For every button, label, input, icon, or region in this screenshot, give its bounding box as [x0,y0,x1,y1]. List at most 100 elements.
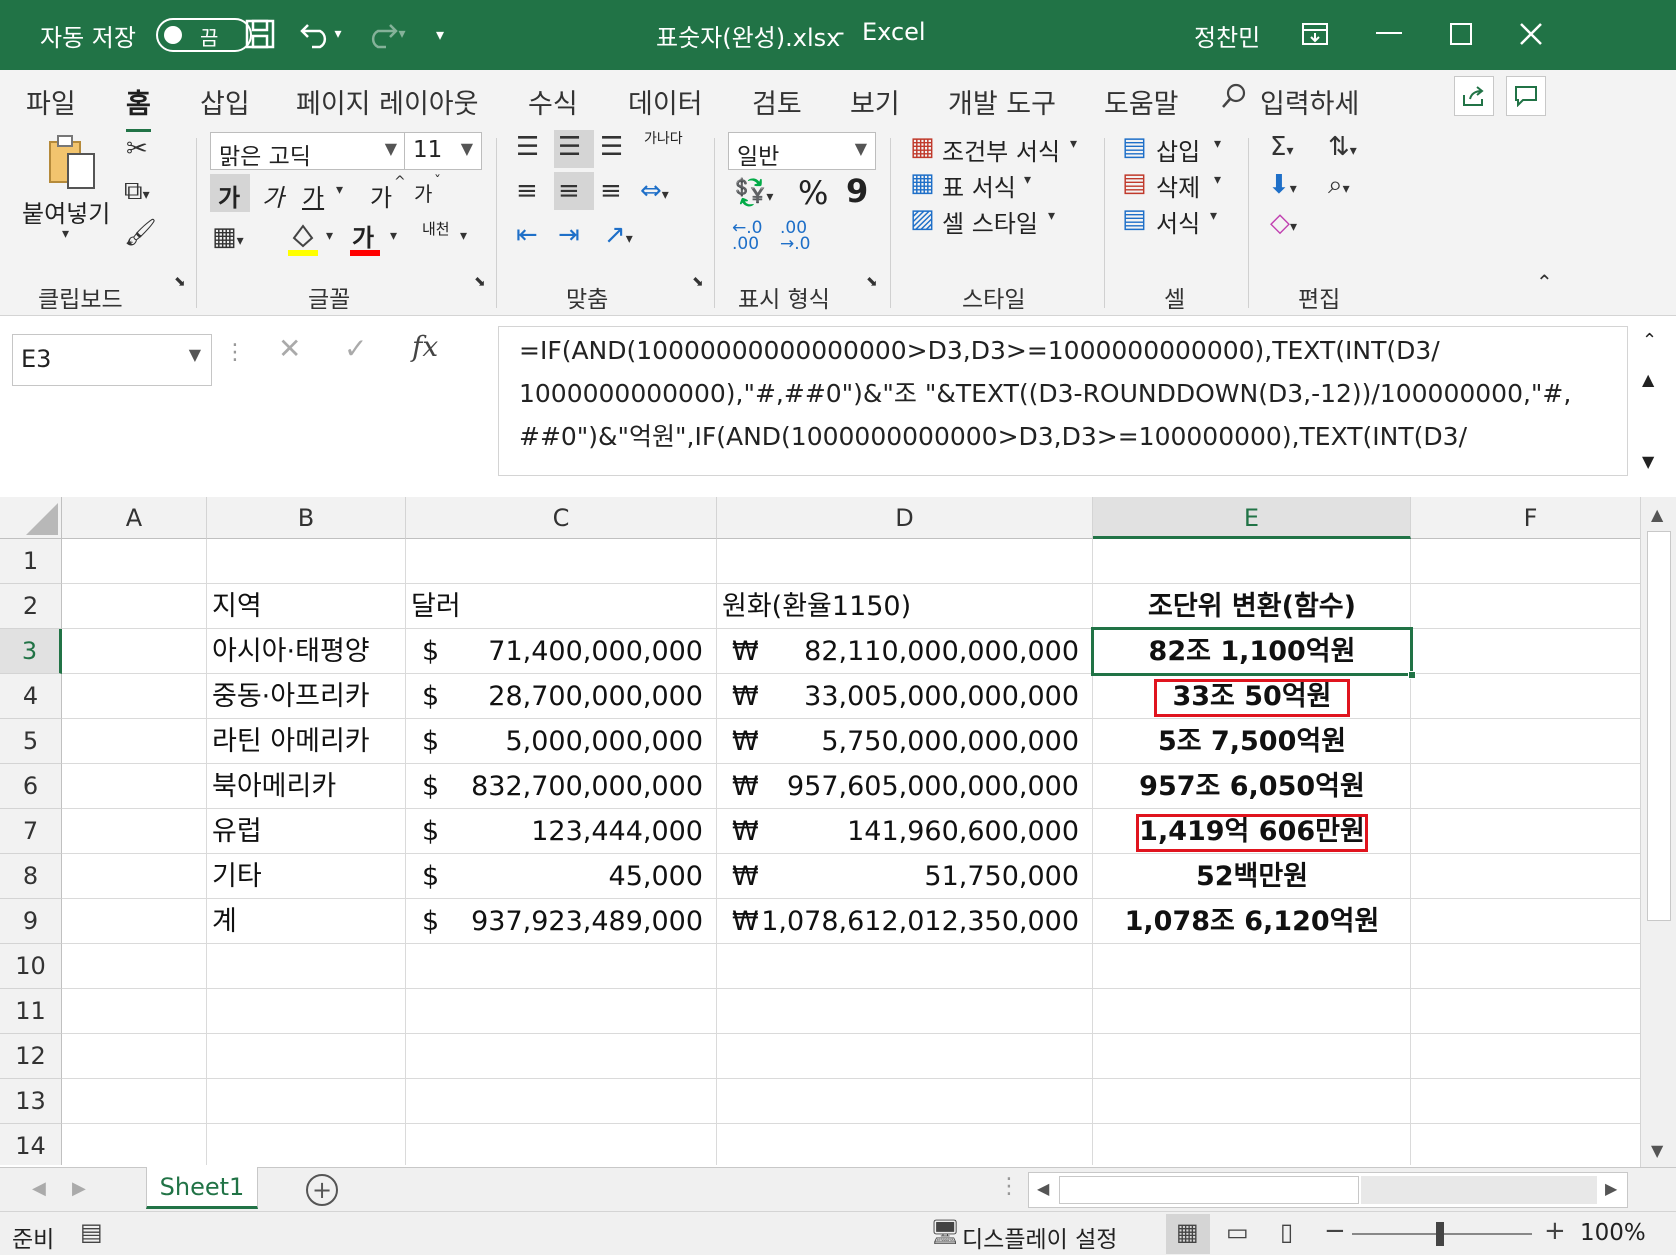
cell-d2[interactable]: 원화(환율1150) [722,584,911,629]
row-header-3[interactable]: 3 [0,629,62,674]
row-header-9[interactable]: 9 [0,899,62,944]
enter-icon[interactable]: ✓ [344,332,367,365]
cell-e6[interactable]: 957조 6,050억원 [1093,764,1411,809]
format-as-table-icon[interactable]: ▦ [910,168,935,198]
insert-cells-icon[interactable]: ▤ [1122,132,1147,162]
cell-d3[interactable]: 82,110,000,000,000 [717,629,1079,674]
row-header-1[interactable]: 1 [0,539,62,584]
zoom-out-icon[interactable]: − [1324,1216,1346,1246]
tab-home[interactable]: 홈 [126,82,151,133]
cell-d6[interactable]: 957,605,000,000,000 [717,764,1079,809]
tab-split-grip-icon[interactable]: ⋮ [998,1174,1020,1199]
font-launcher-icon[interactable]: ⬊ [474,274,486,290]
tab-file[interactable]: 파일 [26,82,76,121]
delete-cells-button[interactable]: 삭제 [1156,168,1200,203]
share-icon[interactable] [1454,76,1494,116]
copy-icon[interactable]: ⧉▾ [124,176,150,207]
zoom-in-icon[interactable]: + [1544,1216,1566,1246]
cell-c9[interactable]: 937,923,489,000 [406,899,703,944]
cell-d9[interactable]: 1,078,612,012,350,000 [717,899,1079,944]
font-color-dropdown-icon[interactable]: ▾ [390,228,397,244]
close-icon[interactable] [1514,16,1548,52]
align-top-icon[interactable]: ☰ [516,132,539,162]
cell-e2[interactable]: 조단위 변환(함수) [1093,584,1411,629]
undo-icon[interactable]: ▾ [296,16,346,52]
cell-b3[interactable]: 아시아·태평양 [212,629,370,674]
cell-b8[interactable]: 기타 [212,854,262,899]
tab-developer[interactable]: 개발 도구 [948,82,1056,121]
delete-cells-icon[interactable]: ▤ [1122,168,1147,198]
formula-scroll-up-icon[interactable]: ▲ [1642,370,1654,389]
page-break-view-icon[interactable]: ▯ [1280,1218,1293,1246]
scroll-up-icon[interactable]: ▲ [1651,505,1663,524]
column-header-a[interactable]: A [62,497,207,539]
row-header-14[interactable]: 14 [0,1124,62,1165]
cell-styles-dropdown-icon[interactable]: ▾ [1048,208,1055,224]
insert-cells-button[interactable]: 삽입 [1156,132,1200,167]
tab-page-layout[interactable]: 페이지 레이아웃 [296,82,478,121]
cell-styles-icon[interactable]: ▨ [910,204,935,234]
tab-help[interactable]: 도움말 [1104,82,1179,121]
format-cells-button[interactable]: 서식 [1156,204,1200,239]
comments-icon[interactable] [1506,76,1546,116]
cell-b5[interactable]: 라틴 아메리카 [212,719,370,764]
increase-decimal-icon[interactable]: ←.0.00 [732,220,762,253]
search-box[interactable]: 입력하세 [1260,82,1359,121]
scroll-down-icon[interactable]: ▼ [1651,1141,1663,1160]
row-header-7[interactable]: 7 [0,809,62,854]
clipboard-launcher-icon[interactable]: ⬊ [174,274,186,290]
display-settings-icon[interactable]: 🖥 [930,1218,960,1246]
name-box-dropdown-icon[interactable]: ▼ [189,345,201,364]
scroll-right-icon[interactable]: ▶ [1605,1179,1617,1198]
conditional-formatting-icon[interactable]: ▦ [910,132,935,162]
sheet-next-icon[interactable]: ▶ [72,1178,86,1199]
tab-data[interactable]: 데이터 [628,82,703,121]
cell-b6[interactable]: 북아메리카 [212,764,336,809]
increase-indent-icon[interactable]: ⇥ [558,220,580,250]
formula-scroll-down-icon[interactable]: ▼ [1642,452,1654,471]
cell-b7[interactable]: 유럽 [212,809,262,854]
new-sheet-icon[interactable]: + [306,1174,338,1206]
align-right-icon[interactable]: ≡ [600,176,622,206]
font-size-select[interactable]: 11 ▼ [404,132,482,170]
sort-filter-icon[interactable]: ⇅▾ [1328,132,1357,162]
row-header-11[interactable]: 11 [0,989,62,1034]
number-launcher-icon[interactable]: ⬊ [866,274,878,290]
cell-e9[interactable]: 1,078조 6,120억원 [1093,899,1411,944]
merge-center-icon[interactable]: ⇔▾ [640,176,669,206]
cell-c6[interactable]: 832,700,000,000 [406,764,703,809]
phonetic-dropdown-icon[interactable]: ▾ [460,228,467,244]
find-select-icon[interactable]: ⌕▾ [1328,170,1350,201]
cell-d8[interactable]: 51,750,000 [717,854,1079,899]
format-as-table-button[interactable]: 표 서식 [942,168,1016,203]
insert-function-button[interactable]: fx [412,330,438,363]
format-cells-icon[interactable]: ▤ [1122,204,1147,234]
save-icon[interactable] [240,16,280,52]
align-left-icon[interactable]: ≡ [516,176,538,206]
decrease-indent-icon[interactable]: ⇤ [516,220,538,250]
minimize-icon[interactable] [1372,16,1406,52]
clear-icon[interactable]: ◇▾ [1270,208,1297,238]
row-header-5[interactable]: 5 [0,719,62,764]
page-layout-view-icon[interactable]: ▭ [1226,1218,1249,1246]
tab-formulas[interactable]: 수식 [528,82,578,121]
delete-cells-dropdown-icon[interactable]: ▾ [1214,172,1221,188]
bold-button[interactable]: 가 [218,178,240,213]
insert-cells-dropdown-icon[interactable]: ▾ [1214,136,1221,152]
horizontal-scroll-thumb[interactable] [1059,1176,1359,1204]
column-header-d[interactable]: D [717,497,1093,539]
font-color-button[interactable]: 가 [350,218,382,260]
fill-color-dropdown-icon[interactable]: ▾ [326,228,333,244]
alignment-launcher-icon[interactable]: ⬊ [692,274,704,290]
fill-handle[interactable] [1408,671,1416,679]
cell-d5[interactable]: 5,750,000,000,000 [717,719,1079,764]
cell-d4[interactable]: 33,005,000,000,000 [717,674,1079,719]
format-painter-icon[interactable]: 🖌 [124,218,157,248]
cell-c7[interactable]: 123,444,000 [406,809,703,854]
wrap-text-button[interactable]: 가나다 [644,132,683,147]
search-icon[interactable] [1220,82,1248,117]
cell-e5[interactable]: 5조 7,500억원 [1093,719,1411,764]
cell-c4[interactable]: 28,700,000,000 [406,674,703,719]
vertical-scrollbar[interactable]: ▲ ▼ [1640,497,1676,1167]
zoom-level[interactable]: 100% [1580,1220,1646,1246]
